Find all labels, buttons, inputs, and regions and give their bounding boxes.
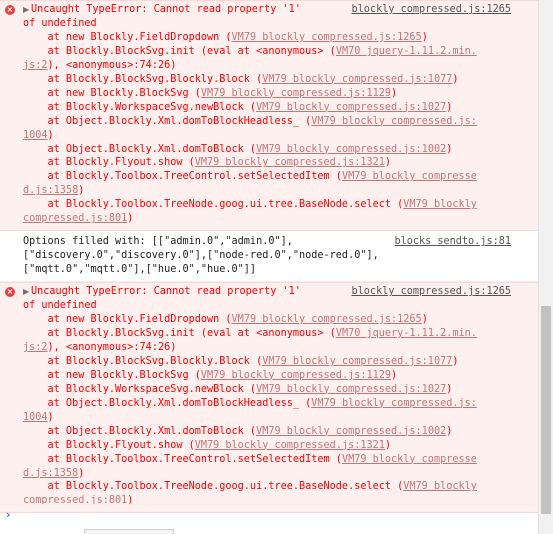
stack-link[interactable]: VM79 blockly compressed.js:	[311, 398, 477, 409]
stack-link[interactable]: VM79 blockly	[403, 481, 477, 492]
error-source-link[interactable]: blockly compressed.js:1265	[352, 3, 511, 17]
drawer-tab[interactable]	[84, 529, 174, 534]
console-error-message[interactable]: × ▶ Uncaught TypeError: Cannot read prope…	[0, 282, 538, 514]
stack-link[interactable]: VM79 blockly compressed.js:1077	[262, 74, 452, 85]
stack-link[interactable]: d.js:1358	[23, 468, 78, 479]
stack-frame: at Blockly.WorkspaceSvg.newBlock (VM79 b…	[23, 101, 453, 113]
stack-link[interactable]: VM70 jquery-1.11.2.min.	[336, 46, 477, 57]
error-text: Uncaught TypeError: Cannot read property…	[31, 286, 301, 298]
stack-frame: js:2), <anonymous>:74:26)	[23, 59, 177, 71]
console-log-message[interactable]: blocks sendto.js:81 Options filled with:…	[0, 231, 538, 283]
stack-frame: d.js:1358)	[23, 467, 85, 479]
log-line: ["mqtt.0","mqtt.0"],["hue.0","hue.0"]]	[23, 264, 257, 276]
stack-link[interactable]: VM70 jquery-1.11.2.min.	[336, 328, 477, 339]
stack-frame: at new Blockly.FieldDropdown (VM79 block…	[23, 31, 428, 43]
stack-link[interactable]: VM79 blockly compresse	[342, 171, 477, 182]
stack-frame: at Object.Blockly.Xml.domToBlock (VM79 b…	[23, 143, 453, 155]
stack-frame: at new Blockly.BlockSvg (VM79 blockly co…	[23, 369, 398, 381]
error-text: Uncaught TypeError: Cannot read property…	[31, 4, 301, 15]
stack-frame: compressed.js:801)	[23, 213, 134, 225]
stack-frame: at Blockly.BlockSvg.Blockly.Block (VM79 …	[23, 73, 459, 85]
stack-frame: at Blockly.WorkspaceSvg.newBlock (VM79 b…	[23, 383, 453, 395]
log-source-link[interactable]: blocks sendto.js:81	[394, 235, 511, 249]
stack-link[interactable]: VM79 blockly compresse	[342, 454, 477, 465]
error-icon: ×	[5, 287, 15, 298]
stack-frame: at Object.Blockly.Xml.domToBlock (VM79 b…	[23, 425, 453, 437]
stack-link[interactable]: VM79 blockly compressed.js:1321	[195, 440, 385, 451]
stack-link[interactable]: js:2	[23, 342, 48, 353]
log-line: ["discovery.0","discovery.0"],["node-red…	[23, 250, 379, 262]
stack-frame: at Blockly.BlockSvg.Blockly.Block (VM79 …	[23, 355, 459, 367]
stack-link[interactable]: VM79 blockly compressed.js:1077	[262, 356, 452, 367]
stack-link[interactable]: VM79 blockly compressed.js:1002	[256, 144, 446, 155]
stack-frame: at Object.Blockly.Xml.domToBlockHeadless…	[23, 397, 477, 409]
scrollbar-thumb[interactable]	[541, 306, 551, 514]
console-prompt[interactable]: ›	[0, 504, 538, 527]
console-error-message[interactable]: × ▶ Uncaught TypeError: Cannot read prope…	[0, 0, 538, 232]
stack-frame: 1004)	[23, 129, 54, 141]
stack-frame: at Blockly.BlockSvg.init (eval at <anony…	[23, 327, 477, 339]
stack-link[interactable]: VM79 blockly compressed.js:1321	[195, 157, 385, 168]
stack-frame: at new Blockly.BlockSvg (VM79 blockly co…	[23, 87, 398, 99]
stack-frame: d.js:1358)	[23, 185, 85, 197]
stack-link[interactable]: VM79 blockly compressed.js:1002	[256, 426, 446, 437]
error-header-cont: of undefined	[23, 17, 97, 29]
console-messages: × ▶ Uncaught TypeError: Cannot read prope…	[0, 0, 538, 534]
prompt-chevron-icon: ›	[6, 508, 11, 521]
stack-frame: js:2), <anonymous>:74:26)	[23, 341, 177, 353]
stack-link[interactable]: VM79 blockly compressed.js:1265	[232, 314, 422, 325]
stack-frame: at Blockly.BlockSvg.init (eval at <anony…	[23, 45, 477, 57]
stack-link[interactable]: VM79 blockly compressed.js:1027	[256, 102, 446, 113]
stack-trace: at new Blockly.FieldDropdown (VM79 block…	[23, 313, 538, 508]
stack-trace: at new Blockly.FieldDropdown (VM79 block…	[23, 31, 538, 226]
stack-frame: at new Blockly.FieldDropdown (VM79 block…	[23, 314, 428, 326]
stack-link[interactable]: 1004	[23, 412, 48, 423]
stack-frame: at Blockly.Toolbox.TreeControl.setSelect…	[23, 171, 477, 183]
error-icon: ×	[5, 5, 15, 15]
stack-frame: at Blockly.Toolbox.TreeNode.goog.ui.tree…	[23, 199, 477, 211]
stack-frame: 1004)	[23, 411, 54, 423]
error-source-link[interactable]: blockly compressed.js:1265	[352, 285, 511, 299]
stack-link[interactable]: VM79 blockly compressed.js:	[311, 116, 477, 127]
stack-link[interactable]: VM79 blockly	[403, 199, 477, 210]
error-header-cont: of undefined	[23, 300, 97, 312]
stack-link[interactable]: VM79 blockly compressed.js:1129	[201, 370, 391, 381]
stack-frame: at Blockly.Toolbox.TreeControl.setSelect…	[23, 453, 477, 465]
stack-link[interactable]: js:2	[23, 60, 48, 71]
stack-link[interactable]: VM79 blockly compressed.js:1027	[256, 384, 446, 395]
console-scrollbar[interactable]	[538, 0, 553, 534]
stack-link[interactable]: VM79 blockly compressed.js:1129	[201, 88, 391, 99]
stack-link[interactable]: VM79 blockly compressed.js:1265	[232, 32, 422, 43]
expand-triangle-icon[interactable]: ▶	[23, 3, 31, 17]
stack-frame: at Object.Blockly.Xml.domToBlockHeadless…	[23, 115, 477, 127]
stack-frame: at Blockly.Flyout.show (VM79 blockly com…	[23, 157, 392, 169]
expand-triangle-icon[interactable]: ▶	[23, 285, 31, 299]
stack-link[interactable]: 1004	[23, 130, 48, 141]
stack-link[interactable]: compressed.js:801	[23, 213, 127, 224]
stack-link[interactable]: d.js:1358	[23, 185, 78, 196]
stack-frame: at Blockly.Flyout.show (VM79 blockly com…	[23, 439, 392, 451]
stack-frame: at Blockly.Toolbox.TreeNode.goog.ui.tree…	[23, 481, 477, 493]
